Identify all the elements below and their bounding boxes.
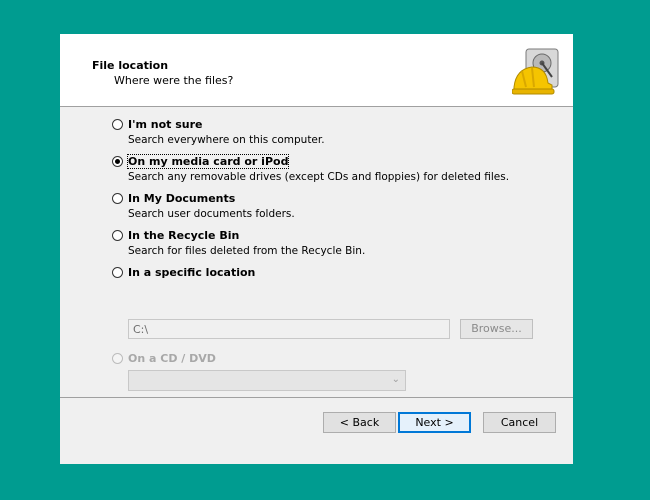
option-not-sure-description: Search everywhere on this computer. (128, 134, 325, 146)
next-button[interactable]: Next > (398, 412, 471, 433)
option-specific-location-label: In a specific location (128, 266, 256, 279)
option-not-sure[interactable]: I'm not sure (112, 118, 203, 131)
option-media-card-label: On my media card or iPod (126, 154, 290, 169)
browse-button[interactable]: Browse... (460, 319, 533, 339)
header-title: File location (92, 59, 169, 72)
option-media-card[interactable]: On my media card or iPod (112, 154, 290, 169)
radio-media-card[interactable] (112, 156, 123, 167)
cd-dvd-drive-select[interactable]: ⌄ (128, 370, 406, 391)
option-recycle-bin-description: Search for files deleted from the Recycl… (128, 245, 366, 257)
option-media-card-description: Search any removable drives (except CDs … (128, 171, 510, 183)
hard-drive-hardhat-icon (512, 48, 559, 95)
chevron-down-icon: ⌄ (391, 374, 400, 385)
option-not-sure-label: I'm not sure (128, 118, 203, 131)
option-specific-location[interactable]: In a specific location (112, 266, 255, 279)
location-path-field[interactable]: C:\ (128, 319, 450, 339)
cancel-button[interactable]: Cancel (483, 412, 556, 433)
wizard-dialog: File location Where were the files? I'm … (60, 34, 573, 464)
header-subtitle: Where were the files? (114, 74, 234, 87)
radio-my-documents[interactable] (112, 193, 123, 204)
radio-cd-dvd[interactable] (112, 353, 123, 364)
option-recycle-bin[interactable]: In the Recycle Bin (112, 229, 239, 242)
option-recycle-bin-label: In the Recycle Bin (128, 229, 240, 242)
radio-recycle-bin[interactable] (112, 230, 123, 241)
option-cd-dvd-label: On a CD / DVD (128, 352, 216, 365)
radio-not-sure[interactable] (112, 119, 123, 130)
option-my-documents-description: Search user documents folders. (128, 208, 295, 220)
wizard-header: File location Where were the files? (60, 34, 573, 107)
option-my-documents[interactable]: In My Documents (112, 192, 235, 205)
option-my-documents-label: In My Documents (128, 192, 236, 205)
radio-specific-location[interactable] (112, 267, 123, 278)
option-cd-dvd[interactable]: On a CD / DVD (112, 352, 216, 365)
back-button[interactable]: < Back (323, 412, 396, 433)
wizard-body: I'm not sure Search everywhere on this c… (60, 107, 573, 397)
